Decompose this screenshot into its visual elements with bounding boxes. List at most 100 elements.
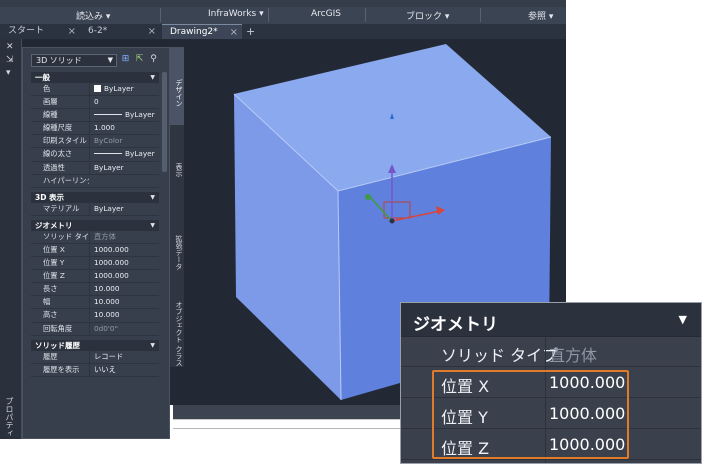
property-value[interactable]: 10.000 [89, 283, 159, 296]
section-header[interactable]: ソリッド履歴 ▼ [31, 339, 159, 351]
property-value[interactable]: ByLayer [89, 161, 159, 174]
linetype-preview-icon [94, 114, 122, 116]
ribbon-panel-infraworks[interactable]: InfraWorks ▾ [208, 9, 264, 19]
property-row[interactable]: 線の太さ ByLayer [31, 148, 159, 162]
property-value-text: 1000.000 [94, 244, 129, 254]
color-swatch-icon [94, 85, 101, 92]
ribbon-panel-reference[interactable]: 参照 ▾ [528, 9, 553, 22]
scrollbar[interactable] [162, 72, 167, 172]
zoomed-property-value[interactable]: 直方体 [549, 342, 597, 366]
property-value-text: 1000.000 [94, 258, 129, 268]
property-row[interactable]: ハイパーリンク [31, 175, 159, 188]
tab-6-2[interactable]: 6-2* × [80, 24, 160, 39]
ribbon-panel-strip [0, 0, 566, 7]
property-value[interactable]: 1000.000 [89, 243, 159, 256]
property-value[interactable]: いいえ [89, 363, 159, 376]
zoomed-property-row[interactable]: ソリッド タイプ 直方体 [401, 337, 701, 367]
section-header[interactable]: 3D 表示 ▼ [31, 191, 159, 203]
property-value-text: レコード [94, 351, 124, 361]
tab-display[interactable]: 表示 [170, 139, 184, 189]
property-label: 履歴 [43, 351, 58, 361]
pin-icon[interactable]: ⇲ [6, 55, 14, 65]
property-label: 高さ [43, 310, 58, 320]
collapse-icon[interactable]: ▼ [150, 192, 155, 203]
close-icon[interactable]: × [230, 25, 238, 40]
property-row[interactable]: 高さ 10.000 [31, 309, 159, 323]
property-row[interactable]: 位置 Z 1000.000 [31, 270, 159, 284]
ribbon-separator [268, 8, 269, 22]
property-row[interactable]: 長さ 10.000 [31, 283, 159, 297]
property-value[interactable]: ByLayer [89, 148, 159, 161]
property-label: 線種 [43, 110, 58, 120]
toggle-pickadd-icon[interactable]: ⊞ [120, 54, 131, 65]
property-label: 幅 [43, 297, 51, 307]
ribbon-panel-arcgis[interactable]: ArcGIS [311, 9, 341, 19]
property-row[interactable]: 透過性 ByLayer [31, 161, 159, 175]
property-value-text: ByLayer [94, 162, 124, 172]
property-row[interactable]: 線種尺度 1.000 [31, 122, 159, 136]
property-label: 線の太さ [43, 149, 73, 159]
property-value[interactable]: 10.000 [89, 296, 159, 309]
tab-extended-data[interactable]: 拡張データ [170, 212, 184, 282]
property-value[interactable]: ByColor [89, 135, 159, 148]
property-row[interactable]: 位置 Y 1000.000 [31, 257, 159, 271]
close-icon[interactable]: × [148, 24, 156, 39]
property-value[interactable]: ByLayer [89, 83, 159, 95]
property-row[interactable]: 画層 0 [31, 96, 159, 110]
property-row[interactable]: マテリアル ByLayer [31, 202, 159, 216]
section-header[interactable]: ジオメトリ ▼ [31, 219, 159, 231]
property-value-text: ByLayer [94, 203, 124, 213]
tab-object-class[interactable]: オブジェクト クラス [170, 297, 184, 367]
property-value[interactable]: 1000.000 [89, 257, 159, 270]
property-value[interactable]: 1000.000 [89, 270, 159, 283]
settings-icon[interactable]: ▾ [6, 68, 11, 78]
property-row[interactable]: 印刷スタイル ByColor [31, 135, 159, 149]
collapse-icon[interactable]: ▼ [150, 72, 155, 83]
tab-drawing2[interactable]: Drawing2* × [162, 24, 242, 39]
collapse-icon[interactable]: ▼ [150, 220, 155, 231]
close-icon[interactable]: ✕ [6, 42, 14, 52]
file-tab-bar: スタート × 6-2* × Drawing2* × + [0, 24, 566, 39]
collapse-icon[interactable]: ▼ [150, 340, 155, 351]
ribbon-panel-import[interactable]: 読込み ▾ [76, 9, 110, 22]
property-value-text: ByLayer [104, 84, 134, 93]
property-row[interactable]: 色 ByLayer [31, 83, 159, 97]
select-objects-icon[interactable]: ⇱ [134, 54, 145, 65]
property-value-text: 0 [94, 97, 99, 107]
palette-title-bar[interactable]: ✕ ⇲ ▾ プロパティ [0, 39, 22, 439]
section-title: ジオメトリ [35, 220, 73, 230]
section-title: 3D 表示 [35, 192, 65, 202]
tab-design[interactable]: デザイン [170, 47, 184, 125]
property-value-text: 10.000 [94, 284, 120, 294]
new-tab-plus-icon[interactable]: + [246, 24, 255, 39]
property-value[interactable]: 0 [89, 96, 159, 109]
property-value[interactable]: 10.000 [89, 309, 159, 322]
ribbon-separator [480, 8, 481, 22]
property-value[interactable]: ByLayer [89, 109, 159, 122]
quick-select-icon[interactable]: ⚲ [148, 54, 159, 65]
property-label: 画層 [43, 97, 58, 107]
section-header[interactable]: 一般 ▼ [31, 72, 159, 83]
property-row[interactable]: 線種 ByLayer [31, 109, 159, 123]
collapse-icon[interactable]: ▼ [679, 313, 687, 326]
property-value[interactable]: 1.000 [89, 122, 159, 135]
position-highlight-box [432, 370, 629, 459]
property-value[interactable]: 直方体 [89, 230, 159, 243]
tab-start[interactable]: スタート × [0, 24, 80, 39]
property-value[interactable]: レコード [89, 350, 159, 363]
property-row[interactable]: 位置 X 1000.000 [31, 243, 159, 258]
property-row[interactable]: ソリッド タイプ直方体 [31, 230, 159, 244]
ribbon-panel-block[interactable]: ブロック ▾ [406, 9, 449, 22]
property-row[interactable]: 幅 10.000 [31, 296, 159, 310]
zoomed-section-header[interactable]: ジオメトリ ▼ [401, 303, 701, 337]
property-value[interactable]: ByLayer [89, 202, 159, 215]
property-row[interactable]: 履歴を表示 いいえ [31, 363, 159, 377]
property-value[interactable]: 0d0'0" [89, 322, 159, 335]
property-label: ハイパーリンク [43, 175, 89, 185]
close-icon[interactable]: × [68, 24, 76, 39]
object-type-select[interactable]: 3D ソリッド ▼ [31, 54, 117, 67]
section-title: ソリッド履歴 [35, 340, 80, 350]
property-label: 透過性 [43, 162, 65, 172]
property-row[interactable]: 履歴 レコード [31, 350, 159, 364]
property-row[interactable]: 回転角度 0d0'0" [31, 322, 159, 336]
